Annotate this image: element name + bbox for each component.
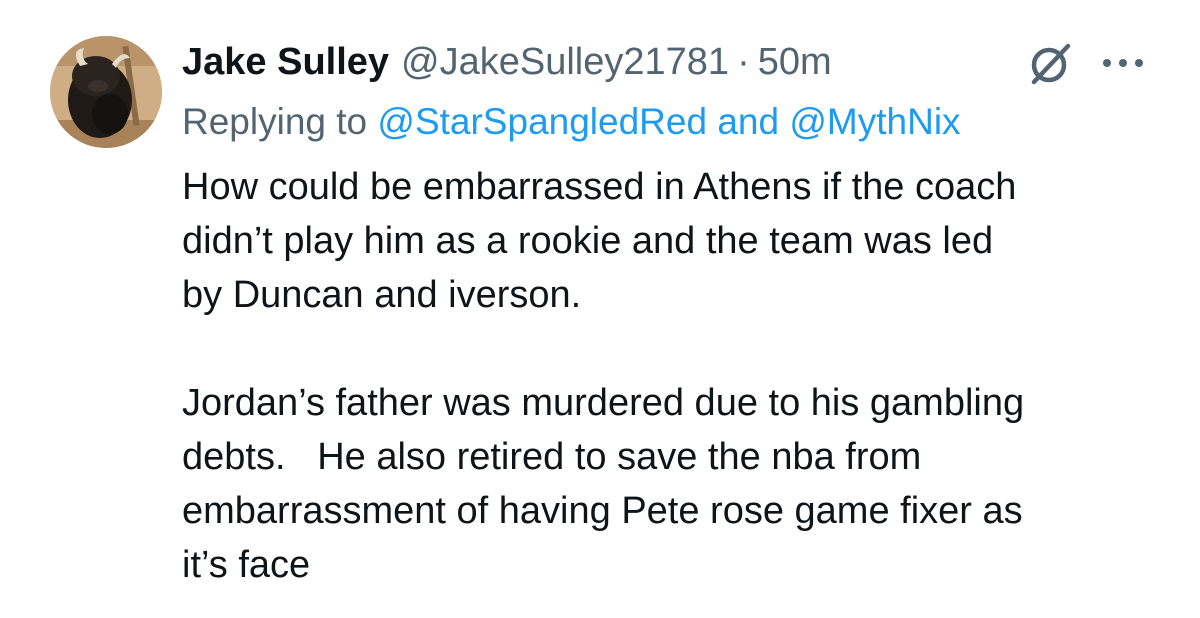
mention-link[interactable]: @MythNix [789, 101, 960, 142]
author-name[interactable]: Jake Sulley [182, 41, 389, 84]
more-icon[interactable] [1100, 52, 1146, 74]
tweet-text-line: How could be embarrassed in Athens if th… [182, 166, 1017, 208]
bison-avatar-icon [50, 36, 162, 148]
tweet-header: Jake Sulley @JakeSulley21781 · 50m [182, 38, 832, 86]
mention-link[interactable]: @StarSpangledRed [377, 101, 707, 142]
replying-to: Replying to @StarSpangledRed and @MythNi… [182, 98, 961, 146]
tweet-text-line: it’s face [182, 544, 311, 586]
tweet-text-line: embarrassment of having Pete rose game f… [182, 490, 1023, 532]
tweet-text-line: by Duncan and iverson. [182, 274, 582, 316]
tweet-text-line: debts. He also retired to save the nba f… [182, 436, 922, 478]
tweet[interactable]: Jake Sulley @JakeSulley21781 · 50m Reply… [0, 0, 1200, 618]
tweet-text-line: Jordan’s father was murdered due to his … [182, 382, 1025, 424]
grok-icon[interactable] [1024, 38, 1076, 90]
avatar[interactable] [50, 36, 162, 148]
tweet-text: How could be embarrassed in Athens if th… [182, 160, 1172, 592]
author-handle[interactable]: @JakeSulley21781 [401, 41, 729, 84]
tweet-text-line: didn’t play him as a rookie and the team… [182, 220, 994, 262]
timestamp[interactable]: 50m [758, 41, 832, 84]
replying-to-label: Replying to [182, 101, 368, 142]
separator-dot: · [737, 40, 750, 83]
mention-conjunction[interactable]: and [717, 101, 779, 142]
